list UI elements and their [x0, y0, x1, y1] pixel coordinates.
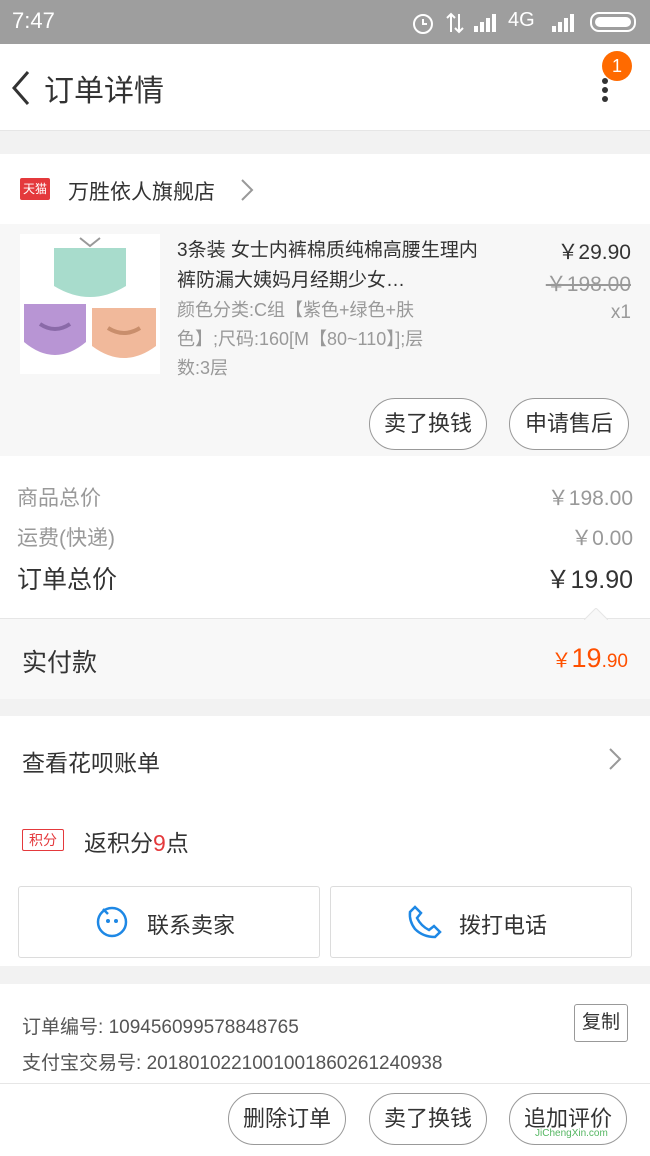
after-sale-button[interactable]: 申请售后	[509, 398, 629, 450]
order-total-label: 订单总价	[17, 566, 118, 594]
product-image[interactable]	[20, 234, 160, 374]
product-card[interactable]: 3条装 女士内裤棉质纯棉高腰生理内裤防漏大姨妈月经期少女… 颜色分类:C组【紫色…	[0, 224, 650, 456]
alipay-number: 支付宝交易号: 2018010221001001860261240938	[22, 1048, 442, 1075]
order-number: 订单编号: 109456099578848765	[22, 1012, 299, 1039]
call-phone-label: 拨打电话	[459, 913, 548, 938]
tmall-badge: 天猫	[20, 178, 50, 200]
notification-badge: 1	[602, 51, 632, 81]
paid-decimal: .90	[601, 651, 628, 672]
price-summary: 商品总价 ￥198.00 运费(快递) ￥0.00 订单总价 ￥19.90 实付…	[0, 456, 650, 699]
actions-section: 查看花呗账单 积分 返积分9点 联系卖家 拨打电话	[0, 716, 650, 966]
store-header[interactable]: 天猫 万胜依人旗舰店	[0, 154, 650, 224]
goods-total-label: 商品总价	[17, 487, 101, 510]
sell-exchange-bottom-button[interactable]: 卖了换钱	[369, 1093, 487, 1145]
points-badge: 积分	[22, 829, 64, 851]
huabei-row[interactable]: 查看花呗账单	[0, 716, 650, 802]
chevron-right-icon	[609, 748, 622, 770]
points-prefix: 返积分	[84, 830, 153, 856]
order-total-value: ￥19.90	[545, 566, 633, 594]
status-bar: 7:47 4G	[0, 0, 650, 44]
battery-icon	[590, 12, 636, 32]
chevron-right-icon	[241, 179, 254, 201]
paid-amount: ￥19.90	[552, 643, 628, 674]
paid-integer: 19	[571, 643, 602, 673]
shipping-value: ￥0.00	[571, 527, 633, 550]
shipping-label: 运费(快递)	[17, 527, 115, 550]
goods-total-value: ￥198.00	[547, 487, 633, 510]
sku-line: 数:3层	[177, 358, 229, 378]
order-number-value: 109456099578848765	[108, 1017, 299, 1038]
signal-icon	[474, 14, 496, 32]
contact-seller-button[interactable]: 联系卖家	[18, 886, 320, 958]
paid-row: 实付款 ￥19.90	[0, 608, 650, 699]
data-transfer-icon	[446, 12, 464, 34]
sell-exchange-button[interactable]: 卖了换钱	[369, 398, 487, 450]
alipay-label: 支付宝交易号:	[22, 1053, 142, 1074]
delete-order-button[interactable]: 删除订单	[228, 1093, 346, 1145]
paid-label: 实付款	[22, 649, 98, 677]
sku-line: 色】;尺码:160[M【80~110】];层	[177, 329, 424, 349]
phone-icon	[408, 905, 442, 939]
points-number: 9	[153, 830, 166, 856]
paid-currency: ￥	[551, 650, 572, 672]
alarm-icon	[413, 14, 433, 34]
huabei-label[interactable]: 查看花呗账单	[22, 744, 160, 778]
points-suffix: 点	[165, 830, 189, 856]
store-name[interactable]: 万胜依人旗舰店	[68, 176, 215, 206]
product-quantity: x1	[610, 302, 631, 323]
caret-up-icon	[584, 608, 608, 620]
signal-icon-2	[552, 14, 574, 32]
nav-bar: 订单详情 1	[0, 44, 650, 131]
product-original-price: ￥198.00	[545, 273, 631, 296]
network-type: 4G	[508, 9, 535, 31]
chat-icon	[96, 906, 128, 938]
status-time: 7:47	[12, 8, 55, 33]
more-menu-icon[interactable]	[598, 77, 612, 107]
copy-button[interactable]: 复制	[574, 1004, 628, 1042]
product-price: ￥29.90	[557, 241, 631, 264]
product-title[interactable]: 3条装 女士内裤棉质纯棉高腰生理内裤防漏大姨妈月经期少女…	[177, 236, 487, 296]
back-arrow-icon[interactable]	[8, 68, 34, 108]
bottom-action-bar: 删除订单 卖了换钱 追加评价 JiChengXin.com	[0, 1083, 650, 1156]
contact-seller-label: 联系卖家	[147, 913, 236, 938]
order-number-label: 订单编号:	[22, 1017, 104, 1038]
product-sku: 颜色分类:C组【紫色+绿色+肤 色】;尺码:160[M【80~110】];层 数…	[177, 296, 423, 383]
sku-line: 颜色分类:C组【紫色+绿色+肤	[177, 300, 415, 320]
points-text: 返积分9点	[84, 824, 189, 858]
call-phone-button[interactable]: 拨打电话	[330, 886, 632, 958]
page-title: 订单详情	[44, 75, 164, 108]
watermark: JiChengXin.com	[535, 1128, 608, 1139]
alipay-value: 2018010221001001860261240938	[146, 1053, 443, 1074]
